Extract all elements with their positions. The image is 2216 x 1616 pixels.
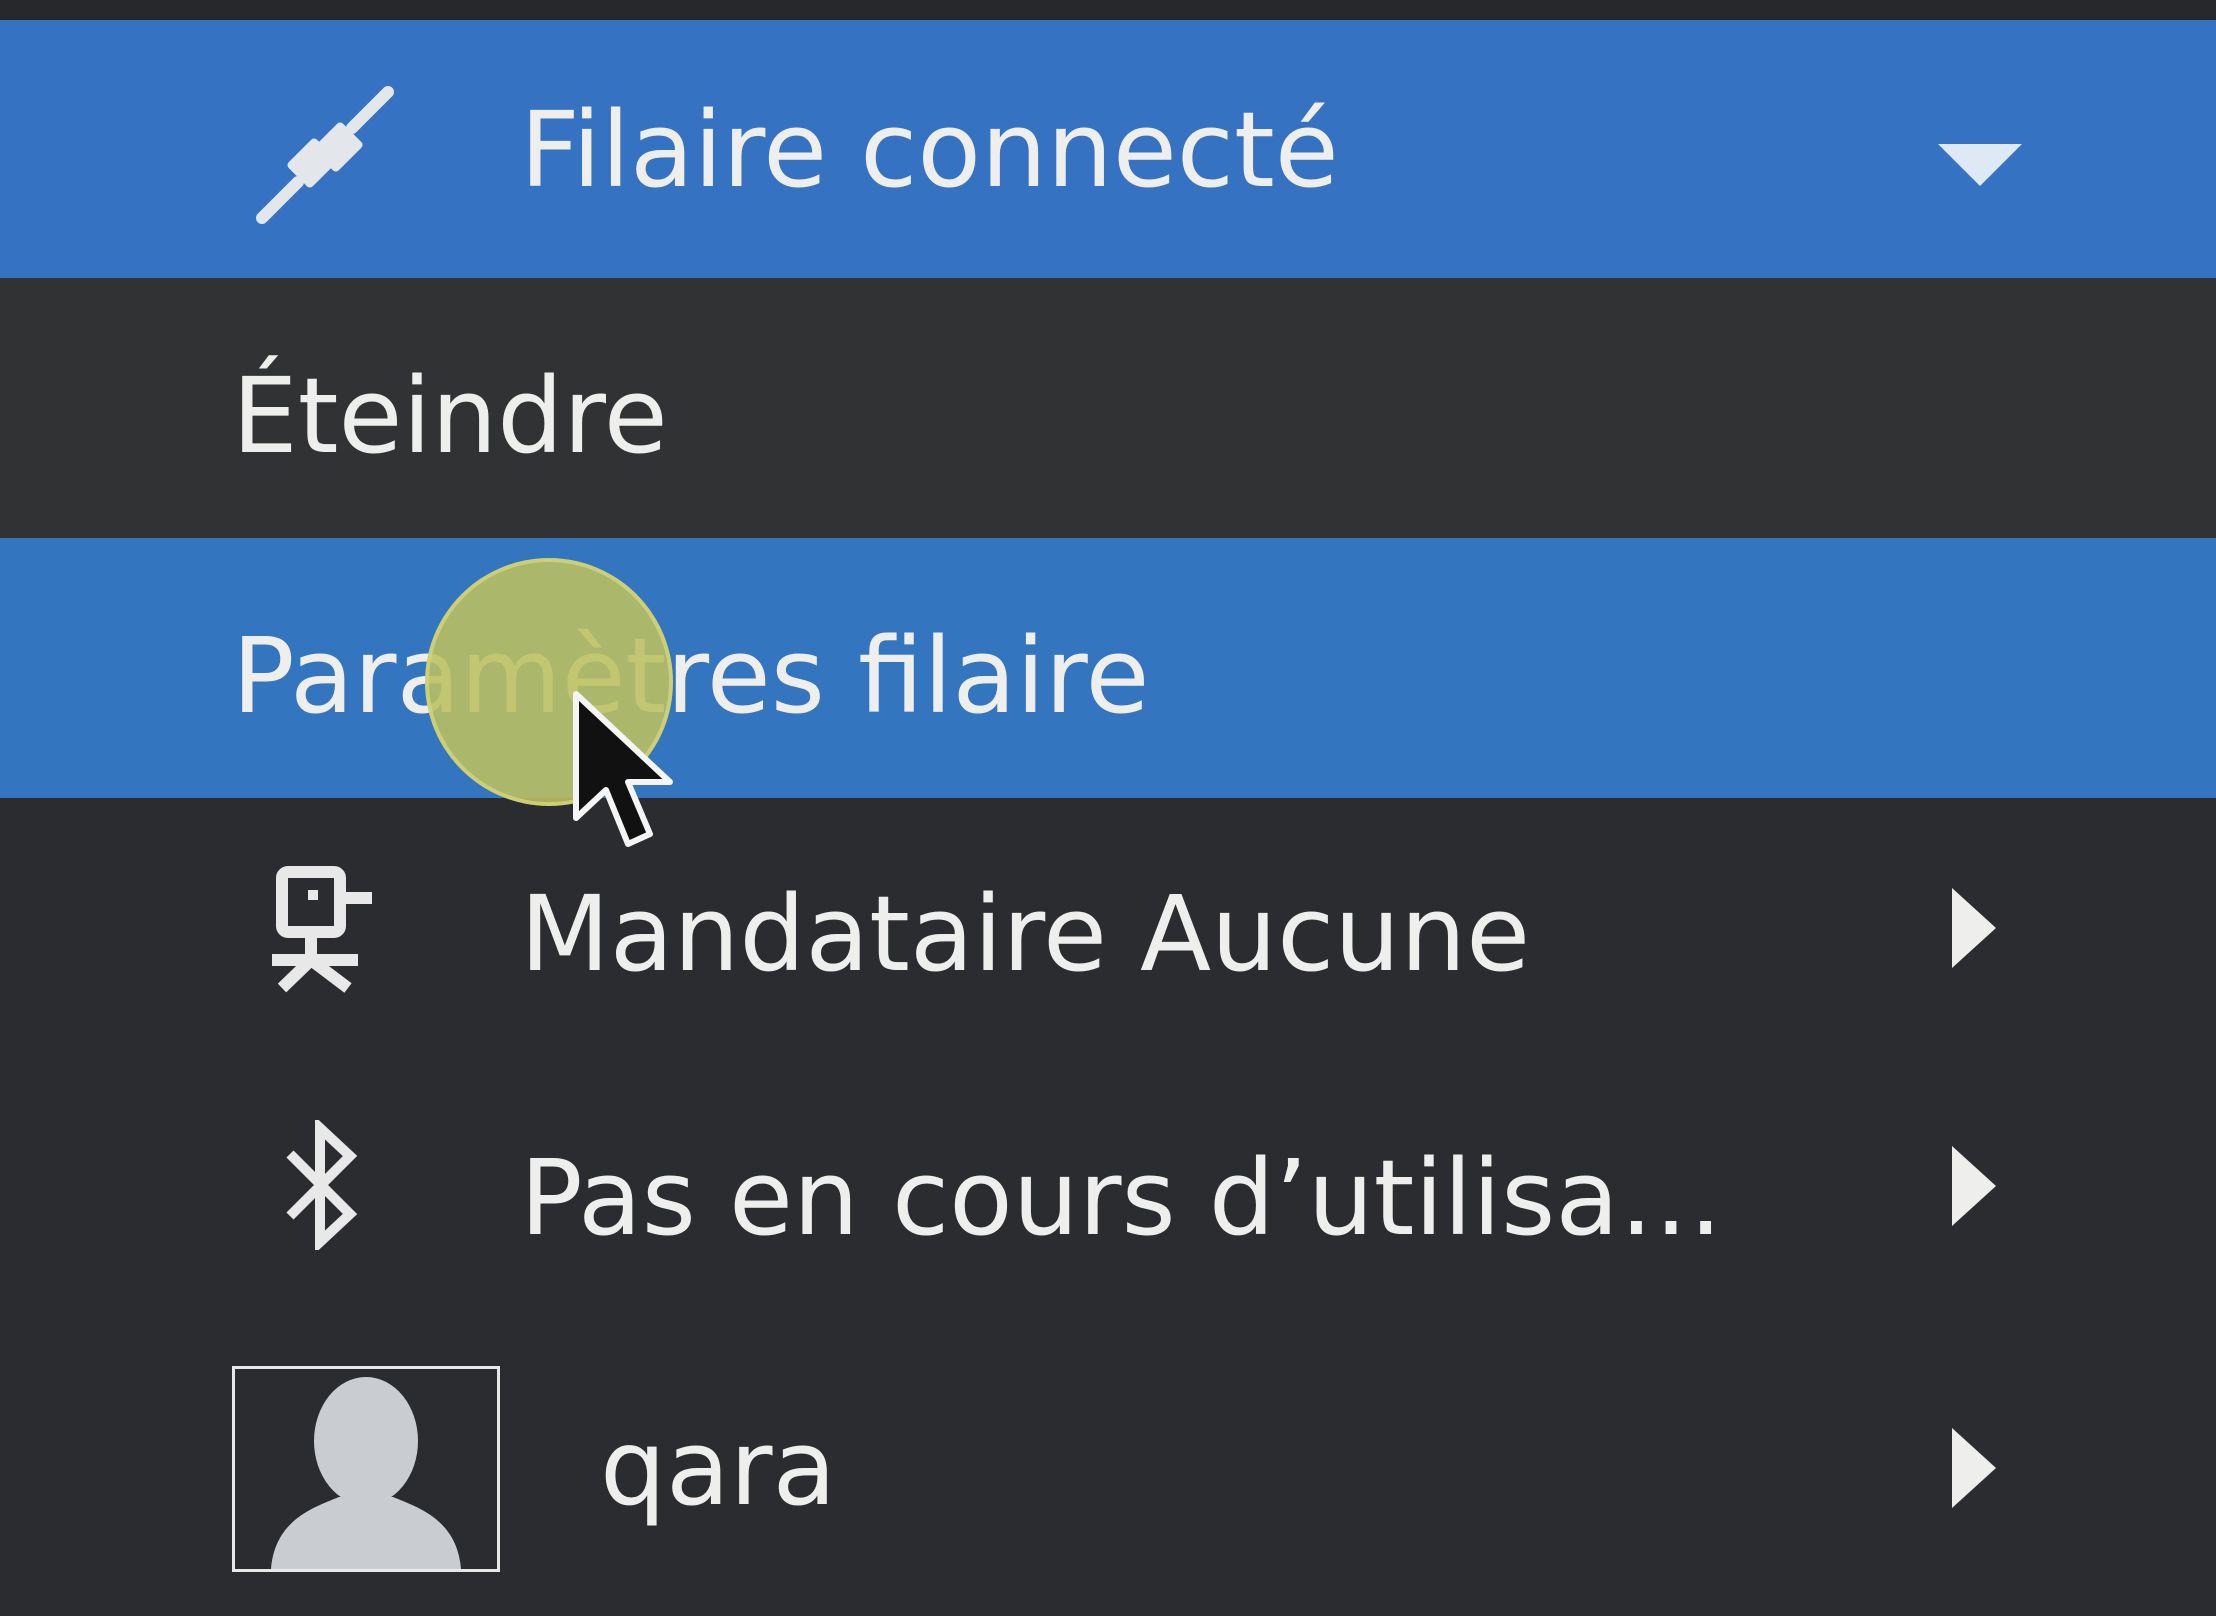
- turn-off-label: Éteindre: [232, 355, 668, 477]
- system-menu: Filaire connecté Éteindre Paramètres fil…: [0, 0, 2216, 1616]
- user-item[interactable]: qara: [0, 1318, 2216, 1616]
- bluetooth-item[interactable]: Pas en cours d’utilisa…: [0, 1060, 2216, 1318]
- bluetooth-icon: [286, 1120, 358, 1250]
- wired-settings-item[interactable]: Paramètres filaire: [0, 538, 2216, 798]
- turn-off-item[interactable]: Éteindre: [0, 278, 2216, 538]
- proxy-item[interactable]: Mandataire Aucune: [0, 798, 2216, 1060]
- wired-connection-item[interactable]: Filaire connecté: [0, 20, 2216, 278]
- chevron-right-icon[interactable]: [1952, 888, 1996, 968]
- wired-settings-label: Paramètres filaire: [232, 615, 1150, 737]
- chevron-down-icon[interactable]: [1938, 144, 2022, 186]
- chevron-right-icon[interactable]: [1952, 1428, 1996, 1508]
- chevron-right-icon[interactable]: [1952, 1146, 1996, 1226]
- proxy-icon: [272, 866, 372, 993]
- proxy-label: Mandataire Aucune: [520, 873, 1531, 995]
- wired-plug-icon: [256, 86, 394, 224]
- wired-connection-label: Filaire connecté: [520, 89, 1339, 211]
- bluetooth-label: Pas en cours d’utilisa…: [520, 1137, 1724, 1259]
- avatar: [232, 1366, 500, 1572]
- avatar-icon: [271, 1377, 461, 1569]
- mouse-cursor-icon: [573, 691, 673, 847]
- menu-top-edge: [0, 0, 2216, 20]
- user-name-label: qara: [600, 1407, 837, 1529]
